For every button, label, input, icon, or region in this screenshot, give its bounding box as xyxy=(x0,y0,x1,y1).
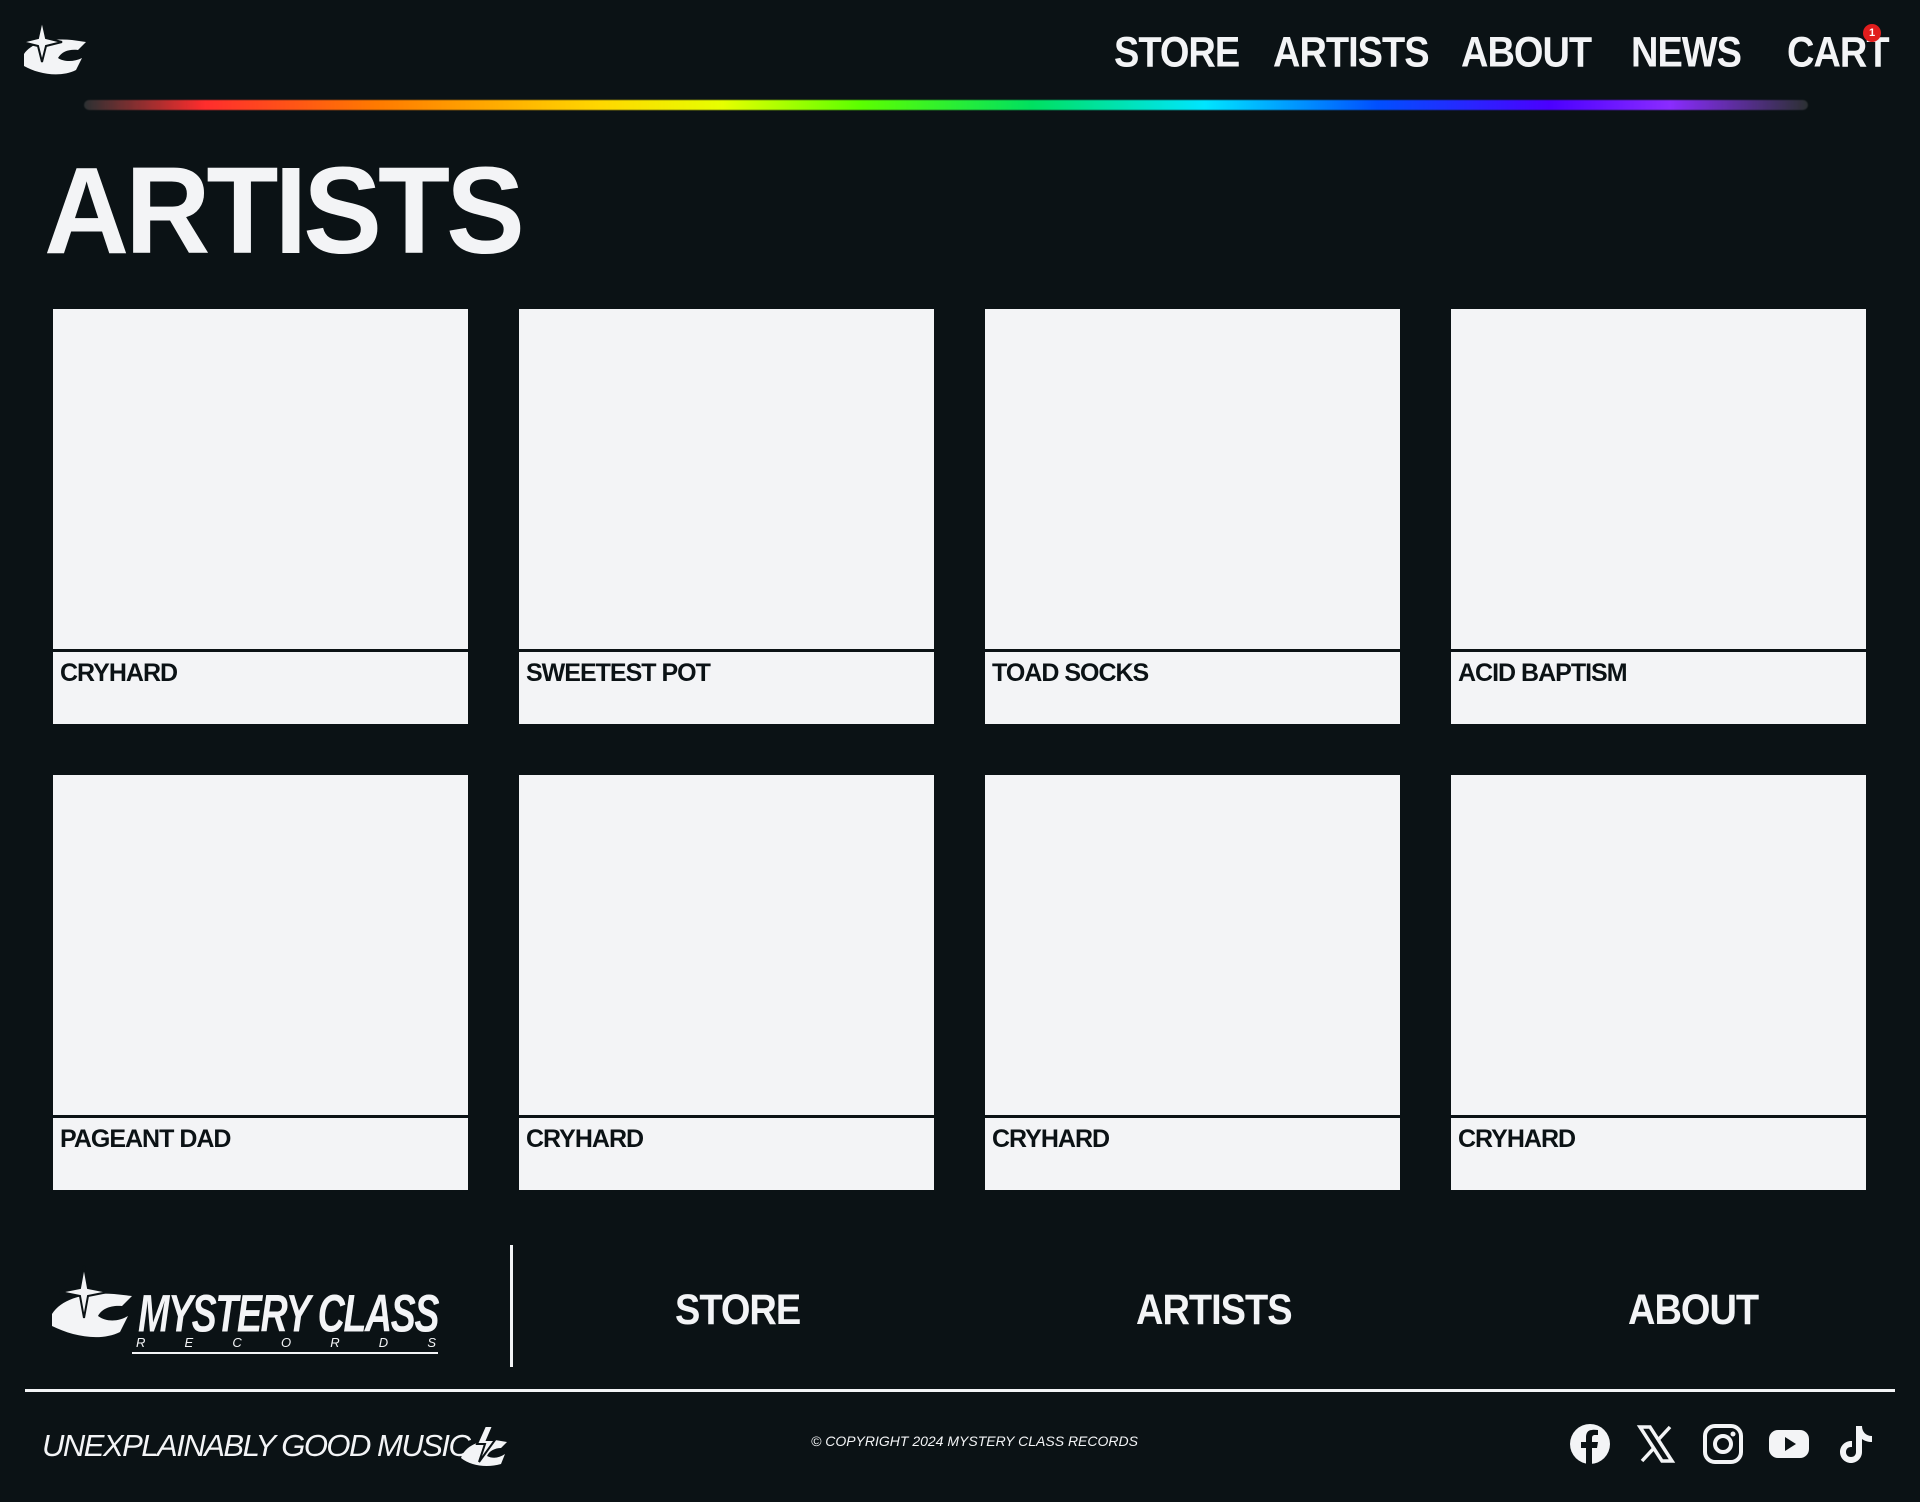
youtube-icon xyxy=(1769,1430,1809,1458)
footer-logo-text: MYSTERY CLASS xyxy=(138,1284,439,1342)
artist-name: TOAD SOCKS xyxy=(992,659,1149,687)
artist-name: CRYHARD xyxy=(1458,1125,1576,1153)
tagline: UNEXPLAINABLY GOOD MUSIC. xyxy=(42,1428,478,1463)
tiktok-icon xyxy=(1840,1426,1872,1463)
artist-image xyxy=(53,775,468,1118)
logo-mark-icon xyxy=(21,19,86,75)
artist-name: SWEETEST POT xyxy=(526,659,711,687)
cart-count-badge: 1 xyxy=(1863,24,1881,42)
artist-name: PAGEANT DAD xyxy=(60,1125,231,1153)
artist-card[interactable]: TOAD SOCKS xyxy=(985,309,1400,724)
footer-store-link[interactable]: STORE xyxy=(675,1286,801,1335)
footer-logo: MYSTERY CLASS R E C O R D S xyxy=(52,1265,441,1354)
artist-image xyxy=(985,309,1400,652)
artist-image xyxy=(519,775,934,1118)
footer-about-link[interactable]: ABOUT xyxy=(1628,1286,1759,1335)
artist-name: ACID BAPTISM xyxy=(1458,659,1628,687)
footer-artists-link[interactable]: ARTISTS xyxy=(1136,1286,1293,1335)
artist-image xyxy=(1451,775,1866,1118)
nav-store-link[interactable]: STORE xyxy=(1114,24,1240,82)
artist-image xyxy=(53,309,468,652)
artist-card[interactable]: CRYHARD xyxy=(985,775,1400,1190)
artist-image xyxy=(1451,309,1866,652)
artist-card[interactable]: CRYHARD xyxy=(53,309,468,724)
nav-artists-link[interactable]: ARTISTS xyxy=(1273,24,1430,82)
artist-card[interactable]: ACID BAPTISM xyxy=(1451,309,1866,724)
artist-name: CRYHARD xyxy=(526,1125,644,1153)
footer-vertical-divider xyxy=(510,1245,513,1367)
artist-image xyxy=(985,775,1400,1118)
artist-card[interactable]: SWEETEST POT xyxy=(519,309,934,724)
page-title: ARTISTS xyxy=(44,141,525,281)
rainbow-divider xyxy=(84,100,1808,110)
artist-card[interactable]: PAGEANT DAD xyxy=(53,775,468,1190)
x-icon xyxy=(1636,1425,1676,1463)
lightning-star-icon xyxy=(461,1425,507,1466)
instagram-icon xyxy=(1703,1424,1743,1464)
site-header: STORE ARTISTS ABOUT NEWS CART 1 xyxy=(0,0,1920,110)
artist-name: CRYHARD xyxy=(992,1125,1110,1153)
artist-name: CRYHARD xyxy=(60,659,178,687)
nav-about-link[interactable]: ABOUT xyxy=(1461,24,1592,82)
copyright-text: © COPYRIGHT 2024 MYSTERY CLASS RECORDS xyxy=(811,1433,1138,1449)
footer-horizontal-divider xyxy=(25,1389,1895,1392)
artist-card[interactable]: CRYHARD xyxy=(1451,775,1866,1190)
logo-mark-icon xyxy=(52,1265,132,1338)
nav-news-link[interactable]: NEWS xyxy=(1631,24,1742,82)
facebook-icon xyxy=(1570,1424,1610,1464)
artist-card[interactable]: CRYHARD xyxy=(519,775,934,1190)
artist-image xyxy=(519,309,934,652)
